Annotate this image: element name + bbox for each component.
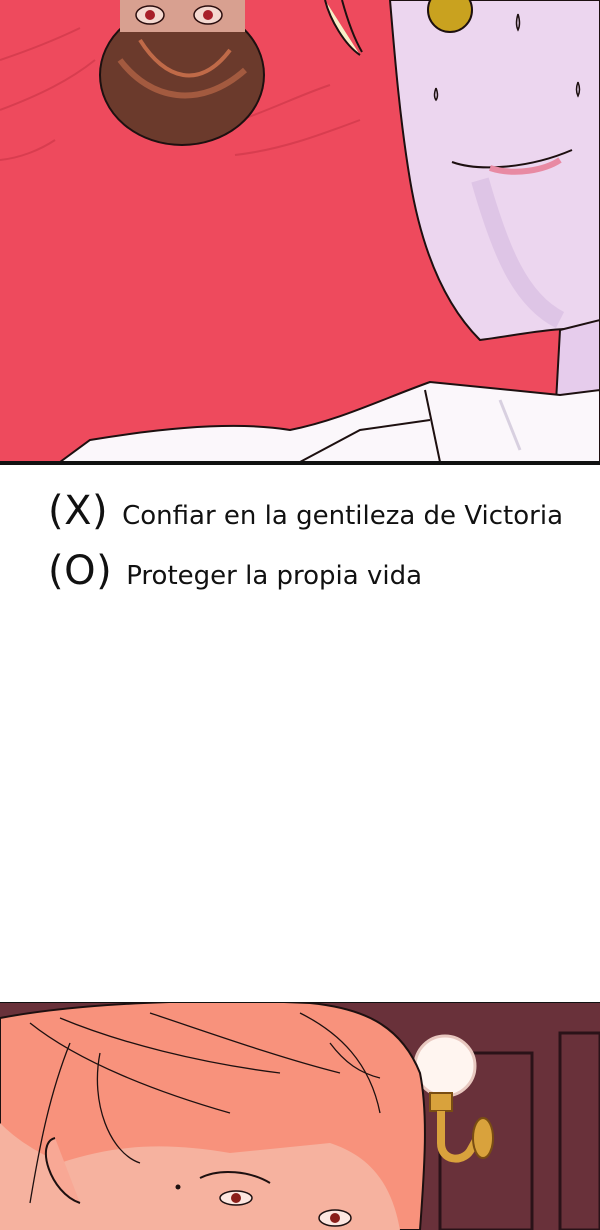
top-panel-border: [0, 461, 600, 465]
choice-x-text: Confiar en la gentileza de Victoria: [122, 501, 563, 531]
choice-x-mark: (X): [48, 488, 109, 534]
choice-x: (X) Confiar en la gentileza de Victoria: [48, 488, 563, 534]
top-panel-illustration: [0, 0, 600, 462]
choice-o-mark: (O): [48, 548, 113, 594]
bottom-comic-panel: [0, 1003, 600, 1230]
upside-down-character: [99, 0, 265, 146]
red-haired-character: [0, 1003, 426, 1230]
choice-o: (O) Proteger la propia vida: [48, 548, 422, 594]
choice-o-text: Proteger la propia vida: [126, 561, 423, 591]
bottom-panel-illustration: [0, 1003, 600, 1230]
top-comic-panel: [0, 0, 600, 462]
